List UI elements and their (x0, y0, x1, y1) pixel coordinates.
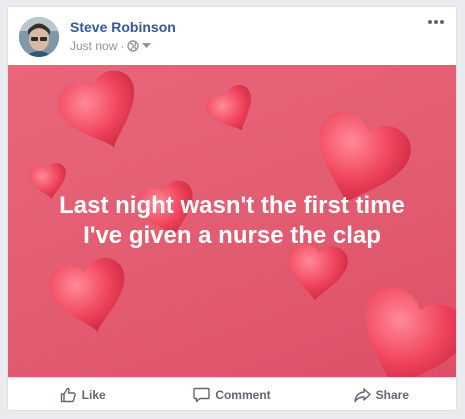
post-text: Last night wasn't the first time I've gi… (8, 191, 456, 251)
author-name[interactable]: Steve Robinson (70, 19, 176, 35)
action-bar: Like Comment Share (8, 377, 456, 410)
heart-shape (365, 287, 456, 377)
heart-shape (289, 244, 348, 301)
comment-button[interactable]: Comment (157, 378, 306, 410)
like-label: Like (81, 388, 106, 402)
post-text-line: Last night wasn't the first time (59, 192, 405, 219)
thumbs-up-icon (60, 387, 77, 403)
post-background-image[interactable]: Last night wasn't the first time I've gi… (8, 65, 456, 377)
post-meta: Just now · (70, 39, 152, 53)
chevron-down-icon[interactable] (142, 43, 152, 49)
heart-shape (206, 85, 251, 131)
share-button[interactable]: Share (307, 378, 456, 410)
share-label: Share (375, 388, 409, 402)
meta-separator: · (120, 39, 125, 53)
post-header: Steve Robinson Just now · (8, 7, 456, 63)
comment-label: Comment (215, 388, 271, 402)
avatar-image (19, 17, 59, 57)
more-options-icon[interactable] (426, 16, 446, 30)
timestamp[interactable]: Just now (70, 39, 117, 53)
globe-icon[interactable] (127, 40, 140, 52)
post-text-line: I've given a nurse the clap (83, 222, 381, 249)
like-button[interactable]: Like (8, 378, 157, 410)
comment-icon (193, 387, 211, 403)
post-card: Steve Robinson Just now · Last night was… (7, 6, 457, 411)
heart-shape (49, 257, 125, 333)
avatar[interactable] (19, 17, 59, 57)
heart-shape (57, 70, 135, 149)
share-icon (353, 387, 371, 403)
